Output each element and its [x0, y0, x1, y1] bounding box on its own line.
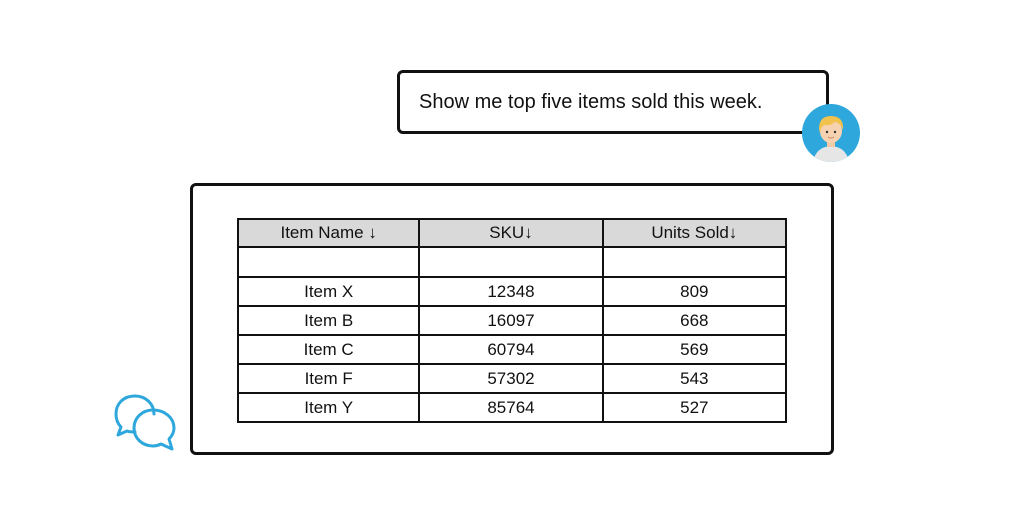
cell-units-sold: 569 [601, 334, 788, 365]
table-row: Item C 60794 569 [236, 334, 788, 365]
table-row: Item B 16097 668 [236, 305, 788, 336]
table-row: Item F 57302 543 [236, 363, 788, 394]
cell-sku: 16097 [418, 305, 604, 336]
cell-item-name: Item B [236, 305, 421, 336]
user-avatar-icon [802, 104, 860, 162]
table-header-row: Item Name ↓ SKU↓ Units Sold↓ [236, 218, 788, 248]
chat-canvas: Show me top five items sold this week. I… [0, 0, 1024, 512]
results-table: Item Name ↓ SKU↓ Units Sold↓ Item X 1234… [236, 218, 788, 423]
cell-item-name: Item C [236, 334, 421, 365]
cell-item-name: Item F [236, 363, 421, 394]
column-header-sku[interactable]: SKU↓ [418, 218, 604, 248]
chat-bubbles-icon [114, 394, 176, 451]
table-row: Item Y 85764 527 [236, 392, 788, 423]
assistant-response-card: Item Name ↓ SKU↓ Units Sold↓ Item X 1234… [190, 183, 834, 455]
cell-item-name: Item Y [236, 392, 421, 423]
cell-units-sold: 809 [601, 276, 788, 307]
table-cell-empty [236, 246, 421, 278]
table-filter-row [236, 246, 788, 278]
column-header-item-name[interactable]: Item Name ↓ [236, 218, 421, 248]
cell-sku: 85764 [418, 392, 604, 423]
cell-units-sold: 527 [601, 392, 788, 423]
table-cell-empty [418, 246, 604, 278]
user-message-bubble: Show me top five items sold this week. [397, 70, 829, 134]
user-message-text: Show me top five items sold this week. [419, 90, 763, 113]
cell-sku: 60794 [418, 334, 604, 365]
cell-sku: 12348 [418, 276, 604, 307]
table-cell-empty [601, 246, 788, 278]
column-header-units-sold[interactable]: Units Sold↓ [601, 218, 788, 248]
table-row: Item X 12348 809 [236, 276, 788, 307]
cell-item-name: Item X [236, 276, 421, 307]
cell-units-sold: 543 [601, 363, 788, 394]
cell-sku: 57302 [418, 363, 604, 394]
cell-units-sold: 668 [601, 305, 788, 336]
